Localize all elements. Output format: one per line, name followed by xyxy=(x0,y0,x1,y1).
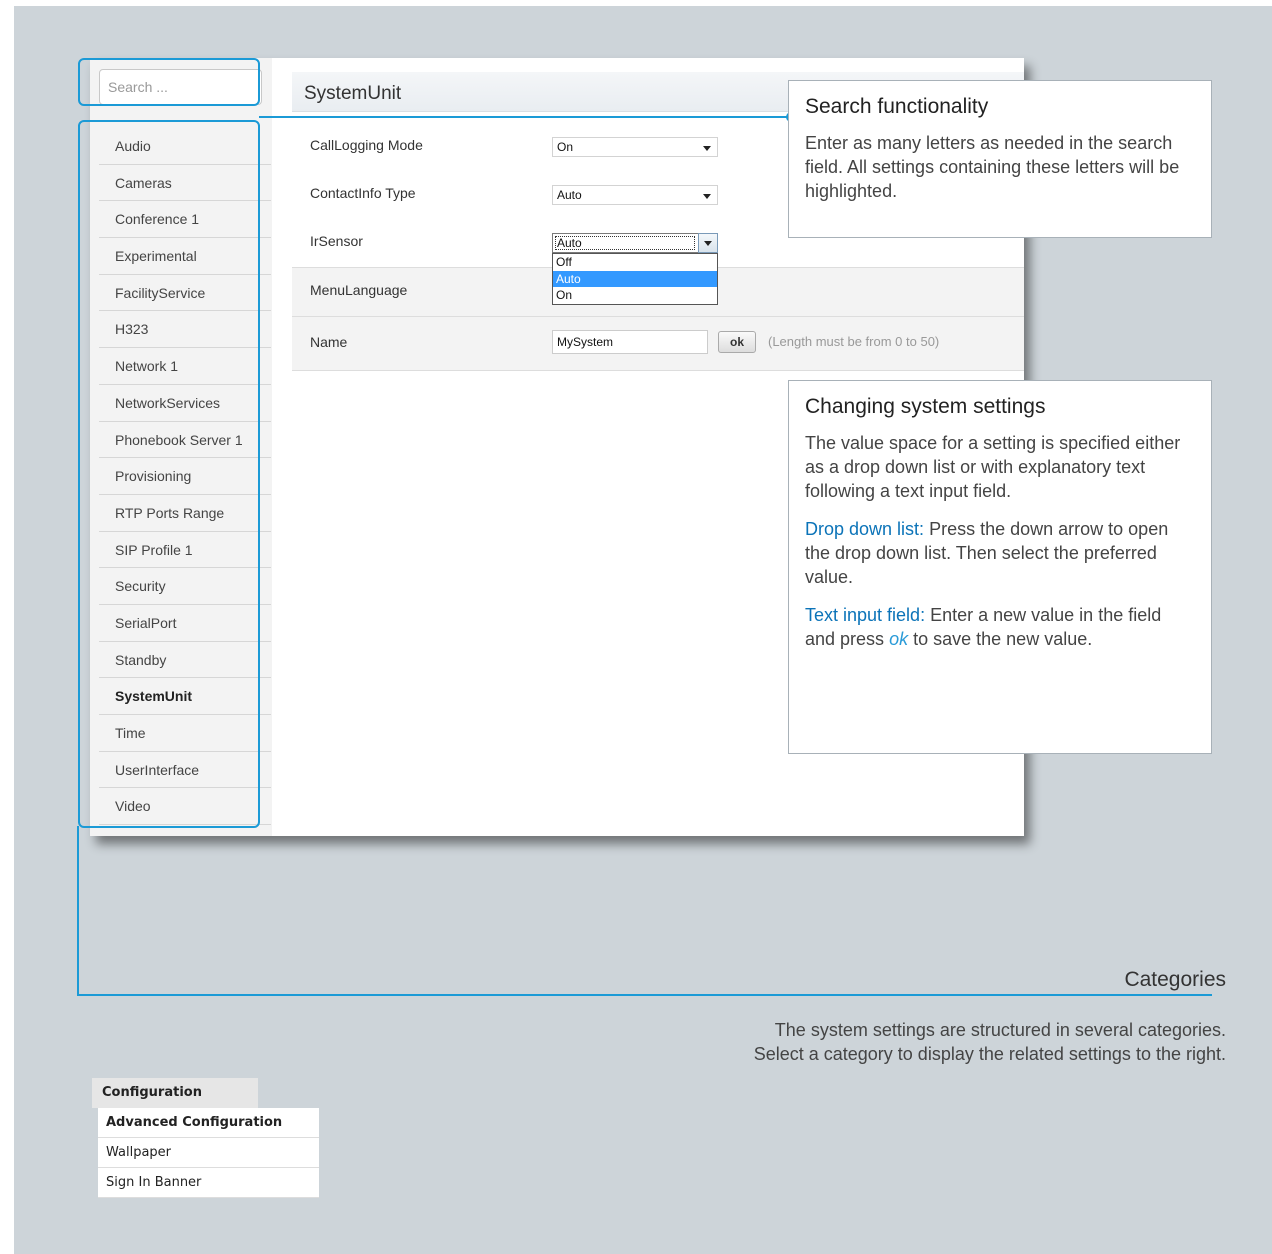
categories-text-line2: Select a category to display the related… xyxy=(753,1044,1226,1064)
irsensor-select[interactable]: Auto xyxy=(552,233,718,253)
callout-intro: The value space for a setting is specifi… xyxy=(805,433,1181,501)
dropdown-label: Drop down list: xyxy=(805,519,925,539)
setting-label: IrSensor xyxy=(310,233,363,249)
chevron-down-icon xyxy=(704,241,712,246)
categories-connector-vertical xyxy=(77,826,79,996)
select-value: Auto xyxy=(557,188,582,202)
chevron-down-icon xyxy=(703,194,711,199)
select-value: On xyxy=(557,140,574,154)
nav-item-advanced-configuration[interactable]: Advanced Configuration xyxy=(98,1108,319,1138)
nav-configuration-header[interactable]: Configuration xyxy=(92,1078,258,1108)
search-connector-line xyxy=(259,116,793,118)
categories-highlight-frame xyxy=(78,120,260,828)
textinput-text-after: to save the new value. xyxy=(913,629,1093,649)
callout-title: Changing system settings xyxy=(805,395,1046,418)
dropdown-option[interactable]: Auto xyxy=(553,270,717,288)
categories-title: Categories xyxy=(1124,968,1226,991)
settings-callout: Changing system settings The value space… xyxy=(788,380,1212,754)
contactinfo-select[interactable]: Auto xyxy=(552,185,718,205)
ok-button[interactable]: ok xyxy=(718,331,756,353)
length-hint: (Length must be from 0 to 50) xyxy=(768,334,940,349)
callout-textinput-paragraph: Text input field: Enter a new value in t… xyxy=(805,603,1195,651)
setting-label: ContactInfo Type xyxy=(310,185,416,201)
search-highlight-frame xyxy=(78,58,260,106)
chevron-down-icon xyxy=(703,146,711,151)
setting-label: CallLogging Mode xyxy=(310,137,423,153)
categories-text-line1: The system settings are structured in se… xyxy=(774,1020,1226,1040)
categories-description: The system settings are structured in se… xyxy=(574,1018,1226,1066)
calllogging-select[interactable]: On xyxy=(552,137,718,157)
setting-label: MenuLanguage xyxy=(310,282,408,298)
textinput-label: Text input field: xyxy=(805,605,926,625)
name-input[interactable]: MySystem xyxy=(552,330,708,354)
callout-dropdown-paragraph: Drop down list: Press the down arrow to … xyxy=(805,517,1195,589)
categories-connector-horizontal xyxy=(77,994,1212,996)
nav-item-sign-in-banner[interactable]: Sign In Banner xyxy=(98,1168,319,1198)
callout-title: Search functionality xyxy=(805,95,989,118)
irsensor-dropdown-list: Off Auto On xyxy=(552,253,718,305)
dropdown-option[interactable]: On xyxy=(553,287,717,304)
dropdown-button[interactable] xyxy=(698,233,718,253)
setting-label: Name xyxy=(310,334,348,350)
search-callout: Search functionality Enter as many lette… xyxy=(788,80,1212,238)
dropdown-option[interactable]: Off xyxy=(553,254,717,271)
textinput-ok: ok xyxy=(889,629,909,649)
page-background: Search ... Audio Cameras Conference 1 Exper… xyxy=(14,6,1272,1254)
callout-text: Enter as many letters as needed in the s… xyxy=(805,133,1180,201)
nav-item-wallpaper[interactable]: Wallpaper xyxy=(98,1138,319,1168)
